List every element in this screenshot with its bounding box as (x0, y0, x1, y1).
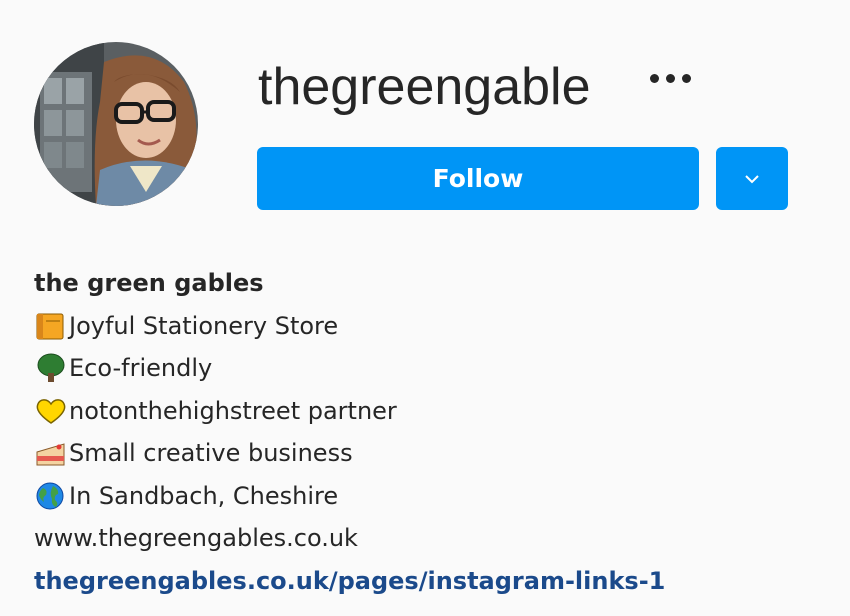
bio-line: Joyful Stationery Store (34, 305, 665, 348)
bio-text: Joyful Stationery Store (69, 311, 339, 340)
chevron-down-icon (745, 174, 759, 183)
profile-external-link[interactable]: thegreengables.co.uk/pages/instagram-lin… (34, 560, 665, 603)
ellipsis-icon (650, 74, 659, 83)
profile-bio: the green gables Joyful Stationery Store… (34, 262, 665, 602)
bio-text: Small creative business (69, 439, 353, 467)
bio-text: Eco-friendly (69, 354, 213, 382)
profile-full-name: the green gables (34, 269, 264, 297)
more-options-button[interactable] (646, 64, 696, 94)
bio-line: In Sandbach, Cheshire (34, 475, 665, 518)
profile-username: thegreengable (258, 58, 591, 116)
ellipsis-icon-dot (682, 74, 691, 83)
profile-avatar[interactable] (34, 42, 198, 206)
profile-website-text: www.thegreengables.co.uk (34, 524, 358, 552)
bio-line: notonthehighstreet partner (34, 390, 665, 433)
follow-button[interactable]: Follow (257, 147, 699, 210)
bio-text: In Sandbach, Cheshire (69, 481, 339, 510)
cake-icon (34, 438, 68, 468)
bio-line: Eco-friendly (34, 347, 665, 390)
globe-icon (34, 481, 68, 511)
yellow-heart-icon (34, 396, 68, 426)
ellipsis-icon-dot (666, 74, 675, 83)
bio-line: Small creative business (34, 432, 665, 475)
suggestions-dropdown-button[interactable] (716, 147, 788, 210)
bio-text: notonthehighstreet partner (69, 396, 397, 425)
avatar-photo (34, 42, 198, 206)
tree-icon (34, 353, 68, 383)
notebook-icon (34, 311, 68, 341)
